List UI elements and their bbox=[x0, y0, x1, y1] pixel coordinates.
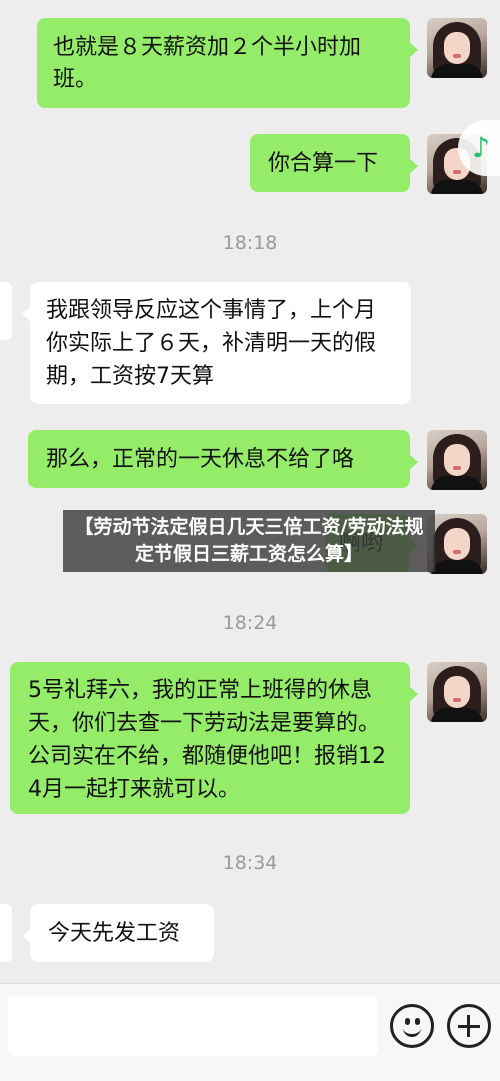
message-text: 5号礼拜六，我的正常上班得的休息天，你们去查一下劳动法是要算的。公司实在不给，都… bbox=[28, 678, 386, 802]
message-text: 你合算一下 bbox=[268, 151, 379, 176]
avatar[interactable] bbox=[427, 430, 487, 490]
message-bubble-sent[interactable]: 那么，正常的一天休息不给了咯 bbox=[28, 430, 418, 488]
plus-icon[interactable] bbox=[447, 1004, 491, 1048]
message-bubble-received[interactable]: 今天先发工资 bbox=[22, 904, 214, 962]
avatar[interactable] bbox=[0, 282, 12, 340]
message-text: 今天先发工资 bbox=[48, 921, 181, 946]
message-bubble-received[interactable]: 我跟领导反应这个事情了，上个月你实际上了６天，补清明一天的假期，工资按7天算 bbox=[22, 282, 411, 404]
timestamp: 18:24 bbox=[222, 612, 278, 634]
timestamp: 18:34 bbox=[222, 852, 278, 874]
emoji-icon[interactable] bbox=[390, 1004, 434, 1048]
title-overlay: 【劳动节法定假日几天三倍工资/劳动法规定节假日三薪工资怎么算】 bbox=[63, 510, 435, 572]
message-input[interactable] bbox=[8, 996, 378, 1056]
avatar[interactable] bbox=[427, 18, 487, 78]
avatar[interactable] bbox=[427, 662, 487, 722]
avatar[interactable] bbox=[427, 514, 487, 574]
message-text: 我跟领导反应这个事情了，上个月你实际上了６天，补清明一天的假期，工资按7天算 bbox=[46, 298, 377, 389]
message-text: 那么，正常的一天休息不给了咯 bbox=[46, 447, 355, 472]
avatar[interactable] bbox=[0, 904, 12, 962]
message-bubble-sent[interactable]: 也就是８天薪资加２个半小时加班。 bbox=[37, 18, 418, 108]
message-text: 也就是８天薪资加２个半小时加班。 bbox=[53, 35, 362, 92]
timestamp: 18:18 bbox=[222, 232, 278, 254]
message-bubble-sent[interactable]: 你合算一下 bbox=[250, 134, 418, 192]
message-bubble-sent[interactable]: 5号礼拜六，我的正常上班得的休息天，你们去查一下劳动法是要算的。公司实在不给，都… bbox=[10, 662, 418, 814]
chat-input-bar bbox=[0, 983, 500, 1081]
